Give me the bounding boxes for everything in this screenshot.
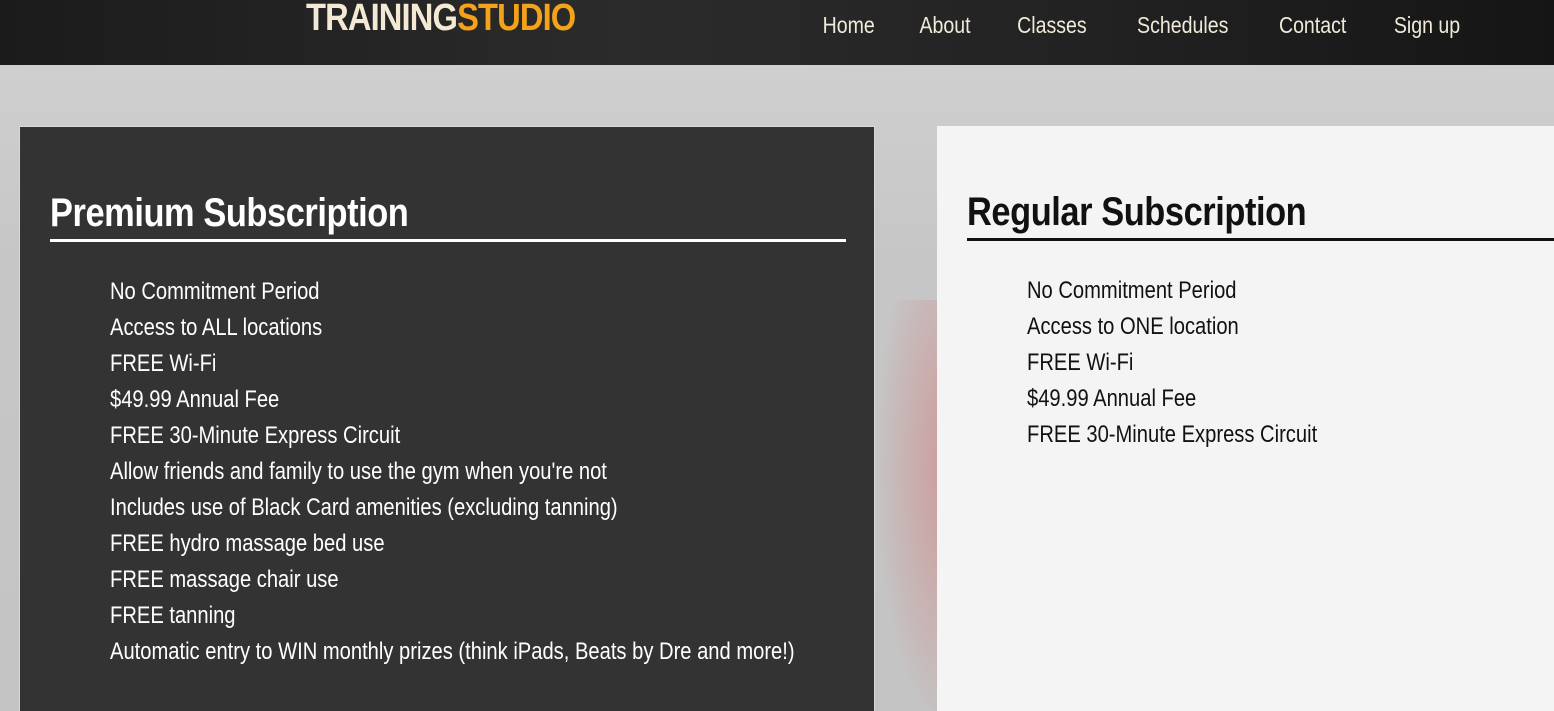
premium-title: Premium Subscription	[50, 191, 409, 235]
logo-training: TRAINING	[306, 0, 458, 39]
logo-studio: STUDIO	[457, 0, 576, 39]
nav-sign-up[interactable]: Sign up	[1379, 9, 1476, 41]
list-item: FREE hydro massage bed use	[110, 530, 385, 557]
list-item: Access to ALL locations	[110, 314, 323, 341]
nav-about[interactable]: About	[905, 9, 987, 41]
regular-subscription-card: Regular Subscription No Commitment Perio…	[937, 126, 1554, 711]
list-item: $49.99 Annual Fee	[110, 386, 280, 413]
list-item: FREE 30-Minute Express Circuit	[110, 422, 401, 449]
list-item: Includes use of Black Card amenities (ex…	[110, 494, 618, 521]
list-item: Automatic entry to WIN monthly prizes (t…	[110, 638, 795, 665]
premium-feature-list: No Commitment Period Access to ALL locat…	[110, 274, 925, 670]
regular-title: Regular Subscription	[967, 190, 1307, 234]
list-item: FREE massage chair use	[110, 566, 339, 593]
list-item: Allow friends and family to use the gym …	[110, 458, 607, 485]
list-item: FREE tanning	[110, 602, 236, 629]
list-item: FREE 30-Minute Express Circuit	[1027, 421, 1318, 448]
regular-divider	[967, 238, 1554, 241]
premium-subscription-card: Premium Subscription No Commitment Perio…	[19, 126, 875, 711]
list-item: No Commitment Period	[110, 278, 320, 305]
nav-home[interactable]: Home	[807, 9, 890, 41]
nav-classes[interactable]: Classes	[1002, 9, 1102, 41]
list-item: FREE Wi-Fi	[110, 350, 217, 377]
regular-feature-list: No Commitment Period Access to ONE locat…	[1027, 273, 1372, 453]
site-logo[interactable]: TRAININGSTUDIO	[306, 0, 576, 40]
list-item: Access to ONE location	[1027, 313, 1239, 340]
list-item: FREE Wi-Fi	[1027, 349, 1134, 376]
nav-contact[interactable]: Contact	[1263, 9, 1361, 41]
nav-schedules[interactable]: Schedules	[1122, 9, 1244, 41]
premium-divider	[50, 239, 846, 242]
site-header: TRAININGSTUDIO Home About Classes Schedu…	[0, 0, 1554, 65]
main-nav: Home About Classes Schedules Contact Sig…	[800, 9, 1484, 41]
list-item: $49.99 Annual Fee	[1027, 385, 1197, 412]
list-item: No Commitment Period	[1027, 277, 1237, 304]
